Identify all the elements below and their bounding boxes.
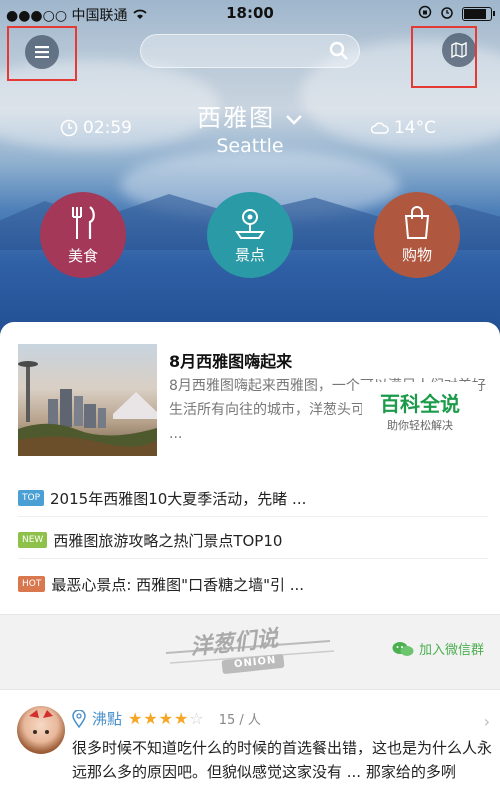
news-item[interactable]: TOP 2015年西雅图10大夏季活动，先睹 ... — [18, 480, 488, 517]
cloud-sun-icon — [370, 122, 389, 134]
weather: 14°C — [370, 118, 436, 138]
local-time-value: 02:59 — [83, 118, 132, 138]
tag-new-badge: NEW — [18, 532, 48, 548]
chevron-down-icon — [285, 104, 303, 132]
news-item[interactable]: NEW 西雅图旅游攻略之热门景点TOP10 — [18, 522, 488, 559]
news-title: 西雅图旅游攻略之热门景点TOP10 — [53, 531, 283, 550]
review-place: 沸點 — [92, 710, 123, 728]
category-sights-button[interactable]: 景点 — [207, 192, 293, 278]
avatar — [17, 706, 65, 754]
highlight-box-map — [411, 26, 477, 88]
onion-banner: 洋葱们说 ONION 加入微信群 — [0, 614, 500, 690]
category-food-button[interactable]: 美食 — [40, 192, 126, 278]
category-label: 美食 — [67, 246, 98, 265]
tag-hot-badge: HOT — [18, 576, 46, 592]
city-name-en: Seattle — [216, 135, 284, 157]
location-pin-icon — [72, 709, 86, 728]
wechat-icon — [392, 641, 414, 656]
search-bar[interactable] — [140, 34, 360, 68]
fork-knife-icon — [72, 205, 95, 239]
category-label: 景点 — [234, 245, 265, 264]
watermark-main: 百科全说 — [380, 392, 460, 416]
watermark-sub: 助你轻松解决 — [387, 419, 453, 432]
status-icons — [418, 5, 495, 23]
watermark-logo: 百科全说 助你轻松解决 — [362, 382, 478, 442]
battery-icon — [462, 7, 495, 21]
highlight-box-menu — [7, 26, 77, 81]
temperature-value: 14°C — [393, 118, 436, 138]
alarm-icon — [440, 5, 454, 23]
join-wechat-button[interactable]: 加入微信群 — [392, 639, 484, 658]
category-label: 购物 — [401, 245, 432, 264]
news-item[interactable]: HOT 最恶心景点: 西雅图"口香糖之墙"引 ... — [18, 566, 488, 602]
review-item[interactable]: 沸點 ★★★★☆ 15 / 人 很多时候不知道吃什么的时候的首选餐出错，这也是为… — [0, 698, 500, 790]
status-bar: ●●●○○ 中国联通 18:00 — [0, 0, 500, 26]
clock-icon — [60, 119, 78, 137]
review-text: 很多时候不知道吃什么的时候的首选餐出错，这也是为什么人永远那么多的原因吧。但貌似… — [72, 739, 493, 781]
rotation-lock-icon — [418, 5, 432, 23]
chevron-right-icon: › — [483, 712, 490, 731]
feature-title: 8月西雅图嗨起来 — [169, 352, 293, 371]
map-pin-icon — [235, 208, 265, 239]
onion-logo: 洋葱们说 ONION — [160, 623, 340, 679]
search-icon — [329, 41, 349, 65]
news-title: 最恶心景点: 西雅图"口香糖之墙"引 ... — [51, 575, 305, 594]
star-rating: ★★★★☆ — [128, 709, 205, 728]
tag-top-badge: TOP — [18, 490, 45, 506]
shopping-bag-icon — [404, 205, 430, 239]
local-time: 02:59 — [60, 118, 132, 138]
feature-photo — [18, 344, 157, 456]
category-shopping-button[interactable]: 购物 — [374, 192, 460, 278]
review-count: 15 / 人 — [218, 713, 261, 728]
join-wechat-label: 加入微信群 — [418, 643, 484, 658]
review-header: 沸點 ★★★★☆ 15 / 人 — [72, 708, 261, 729]
news-title: 2015年西雅图10大夏季活动，先睹 ... — [50, 489, 307, 508]
